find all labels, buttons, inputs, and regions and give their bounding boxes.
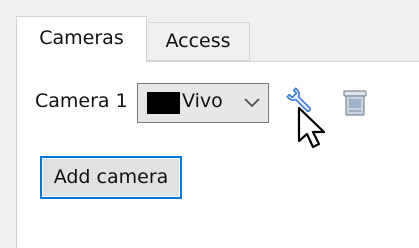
- dialog-window: Cameras Access Camera 1 Vivo Add camera: [0, 0, 419, 248]
- camera-select[interactable]: Vivo: [137, 83, 269, 123]
- add-camera-button[interactable]: Add camera: [40, 156, 182, 199]
- mouse-cursor-icon: [297, 106, 326, 149]
- tab-cameras[interactable]: Cameras: [16, 16, 147, 62]
- camera-label: Camera 1: [35, 90, 128, 112]
- trash-icon[interactable]: [340, 88, 370, 118]
- camera-select-value: Vivo: [182, 90, 223, 112]
- chevron-down-icon: [244, 98, 260, 108]
- tab-access[interactable]: Access: [147, 22, 250, 61]
- color-swatch: [147, 92, 180, 114]
